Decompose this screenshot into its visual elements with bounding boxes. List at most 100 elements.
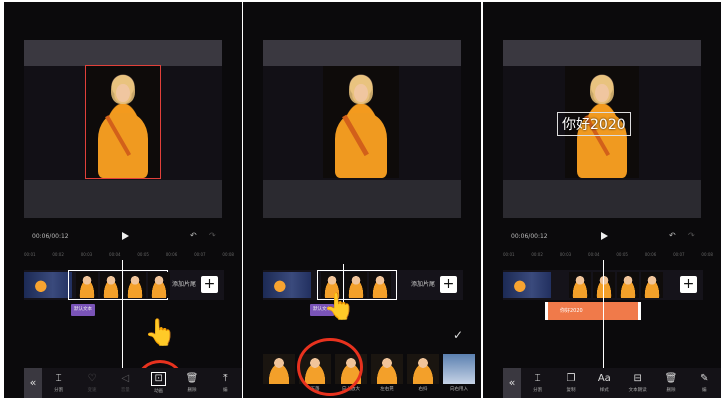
tool-edit[interactable]: ✎ 编	[688, 373, 721, 393]
edit-icon: ✎	[700, 373, 709, 384]
video-track[interactable]: 添加片尾 +	[263, 270, 463, 300]
tool-label: 动画	[154, 389, 164, 394]
person-clip[interactable]	[569, 272, 663, 298]
edit-icon: ⤒	[223, 373, 228, 384]
playhead[interactable]	[122, 260, 123, 368]
bottom-toolbar: « ⌶ 分割 ♡ 变速 ◁ 音量 ⊡ 动画 🗑 删除 ⤒ 编	[24, 368, 242, 398]
tool-split[interactable]: ⌶ 分割	[42, 373, 75, 393]
back-button[interactable]: «	[24, 368, 42, 398]
tool-label: 变速	[87, 388, 97, 393]
play-icon[interactable]	[122, 232, 129, 240]
clip-frame	[124, 272, 146, 298]
playhead[interactable]	[603, 260, 604, 368]
bottom-toolbar: « ⌶ 分割 ❐ 复制 Aa 样式 ⊟ 文本朗读 🗑 删除 ✎ 编	[503, 368, 721, 398]
ruler-tick: 00:08	[222, 252, 234, 257]
add-clip-button[interactable]: +	[201, 276, 218, 293]
face	[595, 83, 609, 102]
text-track-chip-selected[interactable]: 你好2020	[545, 302, 641, 320]
tool-label: 文本朗读	[628, 388, 647, 393]
effect-thumbnail	[443, 354, 475, 384]
back-button[interactable]: «	[503, 368, 521, 398]
video-track[interactable]: 添加片尾 +	[24, 270, 224, 300]
phone-screen-2: 添加片尾 + 默认文本 👆 ✓ 下落 向上放大 左右晃 右抖 向右甩入	[243, 2, 481, 398]
volume-icon: ◁	[121, 373, 130, 384]
title-text-overlay[interactable]: 你好2020	[557, 112, 631, 136]
add-clip-button[interactable]: +	[440, 276, 457, 293]
tool-volume[interactable]: ◁ 音量	[109, 373, 142, 393]
effect-label: 向右甩入	[450, 387, 468, 392]
time-display: 00:06/00:12	[32, 233, 69, 240]
effect-item[interactable]	[263, 354, 295, 398]
tool-copy[interactable]: ❐ 复制	[554, 373, 587, 393]
speed-icon: ♡	[87, 373, 97, 384]
ruler-tick: 00:03	[559, 252, 572, 257]
effect-item[interactable]: 右抖	[407, 354, 439, 398]
pointing-hand-icon: 👆	[144, 318, 177, 348]
text-track-chip[interactable]: 默认文本	[71, 304, 95, 316]
effect-item[interactable]: 向右甩入	[443, 354, 475, 398]
trash-icon: 🗑	[664, 373, 678, 384]
tool-label: 样式	[599, 388, 609, 393]
fireworks-clip[interactable]	[24, 272, 72, 298]
preview-band	[24, 180, 222, 218]
trash-icon: 🗑	[185, 373, 199, 384]
person-clip[interactable]	[76, 272, 170, 298]
tool-label: 编	[702, 388, 707, 393]
play-icon[interactable]	[601, 232, 608, 240]
tool-animation[interactable]: ⊡ 动画	[142, 372, 175, 394]
clip-frame	[617, 272, 639, 298]
effect-label: 左右晃	[380, 387, 394, 392]
animation-effects-strip: 下落 向上放大 左右晃 右抖 向右甩入	[263, 354, 481, 398]
redo-icon[interactable]: ↷	[209, 231, 216, 240]
tool-read-aloud[interactable]: ⊟ 文本朗读	[621, 373, 654, 393]
ruler-tick: 00:07	[673, 252, 685, 257]
tool-label: 分割	[54, 388, 64, 393]
undo-icon[interactable]: ↶	[190, 231, 197, 240]
effect-thumbnail	[407, 354, 439, 384]
tool-split[interactable]: ⌶ 分割	[521, 373, 554, 393]
undo-icon[interactable]: ↶	[669, 231, 676, 240]
split-icon: ⌶	[55, 373, 62, 384]
fireworks-clip[interactable]	[263, 272, 311, 298]
ruler-tick: 00:05	[616, 252, 628, 257]
phone-screen-1: 00:06/00:12 ↶ ↷ 00:01 00:02 00:03 00:04 …	[4, 2, 242, 398]
ruler-tick: 00:01	[24, 252, 36, 257]
ruler-tick: 00:02	[52, 252, 64, 257]
ruler-tick: 00:06	[165, 252, 178, 257]
fireworks-clip[interactable]	[503, 272, 551, 298]
phone-screen-3: 你好2020 00:06/00:12 ↶ ↷ 00:01 00:02 00:03…	[483, 2, 721, 398]
highlight-circle	[297, 338, 363, 396]
tool-edit[interactable]: ⤒ 编	[209, 373, 242, 393]
clip-frame	[148, 272, 170, 298]
ruler-tick: 00:01	[503, 252, 515, 257]
top-bar	[503, 40, 701, 66]
preview-band	[263, 180, 461, 218]
clip-frame	[76, 272, 98, 298]
ruler-tick: 00:04	[109, 252, 121, 257]
preview-band	[503, 180, 701, 218]
confirm-check-icon[interactable]: ✓	[453, 328, 463, 342]
face	[354, 83, 368, 102]
clip-frame	[569, 272, 591, 298]
add-ending-label[interactable]: 添加片尾	[411, 279, 435, 288]
effect-label: 右抖	[418, 387, 428, 392]
tool-delete[interactable]: 🗑 删除	[654, 373, 687, 393]
text-style-icon: Aa	[597, 373, 611, 384]
animation-icon: ⊡	[151, 372, 166, 386]
read-aloud-icon: ⊟	[633, 373, 642, 384]
tool-label: 删除	[187, 388, 197, 393]
copy-icon: ❐	[566, 373, 576, 384]
tool-label: 分割	[533, 388, 543, 393]
tool-style[interactable]: Aa 样式	[588, 373, 621, 393]
effect-item[interactable]: 左右晃	[371, 354, 403, 398]
tool-speed[interactable]: ♡ 变速	[75, 373, 108, 393]
ruler-tick: 00:06	[644, 252, 657, 257]
add-ending-label[interactable]: 添加片尾	[172, 279, 196, 288]
video-preview	[24, 65, 222, 180]
redo-icon[interactable]: ↷	[688, 231, 695, 240]
tool-delete[interactable]: 🗑 删除	[175, 373, 208, 393]
add-clip-button[interactable]: +	[680, 276, 697, 293]
video-frame-selected[interactable]	[85, 65, 161, 179]
tool-label: 音量	[120, 388, 130, 393]
tool-label: 编	[223, 388, 228, 393]
